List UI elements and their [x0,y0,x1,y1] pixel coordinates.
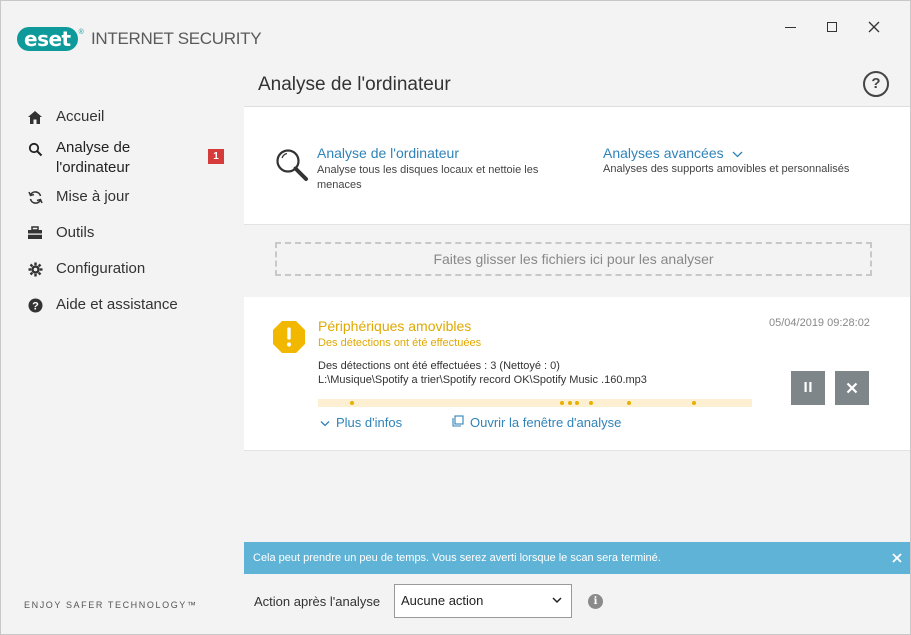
minimize-button[interactable] [775,15,805,39]
sidebar-item-label: Analyse de l'ordinateur [56,139,131,176]
eset-logo: eset ® [17,27,84,51]
more-info-label: Plus d'infos [336,415,403,430]
sidebar-item-label: Mise à jour [56,188,130,205]
scanned-file-path: L:\Musique\Spotify a trier\Spotify recor… [318,374,647,386]
detection-marker [560,401,564,405]
post-scan-action-label: Action après l'analyse [254,594,381,609]
close-icon [846,382,858,394]
result-title: Périphériques amovibles [318,318,472,334]
title-bar: eset ® INTERNET SECURITY [1,1,910,61]
dismiss-notification-button[interactable] [892,542,902,574]
notification-badge: 1 [208,149,224,164]
page-title: Analyse de l'ordinateur [258,74,451,95]
scan-progress-bar [318,399,752,407]
minimize-icon [784,26,796,28]
detection-marker [350,401,354,405]
result-timestamp: 05/04/2019 09:28:02 [769,317,870,329]
magnifier-icon[interactable] [274,147,310,183]
detection-marker [568,401,572,405]
detection-marker [589,401,593,405]
logo-registered-mark: ® [78,28,84,36]
toolbox-icon [25,224,45,242]
computer-scan-description: Analyse tous les disques locaux et netto… [317,164,539,191]
svg-text:?: ? [32,300,39,312]
product-name: INTERNET SECURITY [91,29,262,48]
info-notification-text: Cela peut prendre un peu de temps. Vous … [253,552,661,564]
info-notification-bar: Cela peut prendre un peu de temps. Vous … [244,542,910,574]
file-dropzone[interactable]: Faites glisser les fichiers ici pour les… [275,242,872,276]
chevron-down-icon [320,421,330,427]
sidebar-item-label: Configuration [56,260,146,277]
app-window: eset ® INTERNET SECURITY Accueil Analyse… [0,0,911,635]
advanced-scans-link[interactable]: Analyses avancées [603,145,743,161]
detection-count: Des détections ont été effectuées : 3 (N… [318,360,560,372]
advanced-scans-label: Analyses avancées [603,145,724,161]
post-scan-action-select[interactable]: Aucune action [394,584,572,618]
info-icon[interactable]: i [588,594,603,609]
refresh-icon [25,188,45,206]
sidebar-item-configuration[interactable]: Configuration [25,260,145,278]
help-button[interactable]: ? [863,71,889,97]
close-window-button[interactable] [859,15,889,39]
search-icon [25,140,45,158]
open-scan-window-label: Ouvrir la fenêtre d'analyse [470,415,622,430]
sidebar-item-label: Outils [56,224,95,241]
computer-scan-link[interactable]: Analyse de l'ordinateur [317,145,459,161]
sidebar-item-analyse[interactable]: Analyse de l'ordinateur [25,138,175,178]
sidebar-item-label: Aide et assistance [56,296,178,313]
result-subtitle: Des détections ont été effectuées [318,337,482,349]
scan-options-panel: Analyse de l'ordinateur Analyse tous les… [244,107,910,225]
detection-marker [575,401,579,405]
sidebar-item-mise-a-jour[interactable]: Mise à jour [25,188,129,206]
logo-badge: eset [17,27,78,51]
detection-marker [692,401,696,405]
open-scan-window-link[interactable]: Ouvrir la fenêtre d'analyse [452,415,621,430]
sidebar-item-accueil[interactable]: Accueil [25,108,104,126]
advanced-scans-description: Analyses des supports amovibles et perso… [603,163,850,175]
main-content: Analyse de l'ordinateur ? Analyse de l'o… [244,61,910,634]
sidebar-item-outils[interactable]: Outils [25,224,94,242]
sidebar-item-label: Accueil [56,108,105,125]
tagline: ENJOY SAFER TECHNOLOGY™ [24,600,198,610]
sidebar-item-aide[interactable]: ? Aide et assistance [25,296,178,314]
more-info-link[interactable]: Plus d'infos [320,415,402,430]
pause-icon [804,382,812,392]
help-icon: ? [25,296,45,314]
detection-marker [627,401,631,405]
post-scan-action-value: Aucune action [401,593,484,608]
chevron-down-icon [732,151,742,158]
stop-scan-button[interactable] [835,371,869,405]
close-icon [868,21,880,33]
home-icon [25,108,45,126]
gear-icon [25,260,45,278]
pause-scan-button[interactable] [791,371,825,405]
window-icon [452,415,464,427]
close-icon [892,553,902,563]
maximize-button[interactable] [817,15,847,39]
scan-result-card: Périphériques amovibles Des détections o… [244,297,910,451]
chevron-down-icon [552,597,562,604]
maximize-icon [827,22,837,32]
warning-icon [273,321,305,353]
